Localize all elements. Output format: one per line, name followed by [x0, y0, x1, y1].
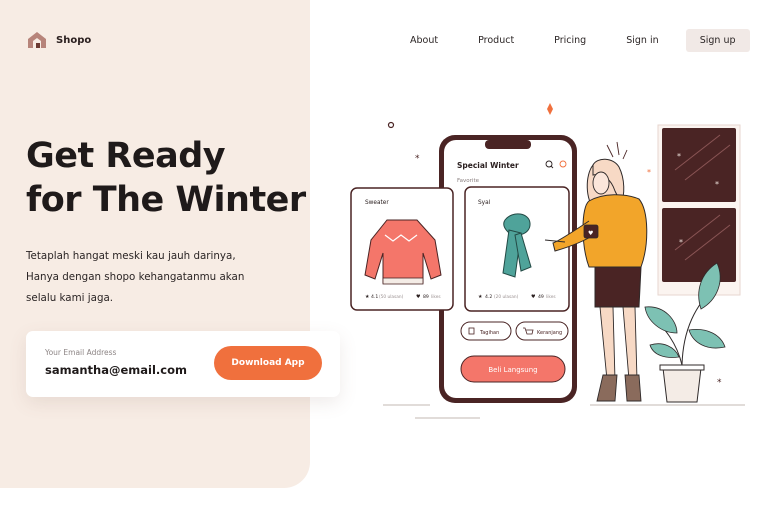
chip-tagihan-label: Tagihan	[479, 330, 499, 336]
buy-now-button[interactable]: Beli Langsung	[460, 355, 566, 383]
phone-subtitle: Favorite	[457, 178, 480, 184]
nav-sign-in[interactable]: Sign in	[626, 30, 658, 52]
sweater-likes-label: likes	[431, 294, 441, 300]
sweater-reviews: (50 ulasan)	[379, 294, 404, 300]
phone-title: Special Winter	[457, 161, 519, 170]
star-icon: ★	[365, 294, 370, 300]
heart-icon: ♥	[416, 294, 421, 300]
logo-icon	[28, 32, 46, 48]
deco-diamond	[547, 103, 553, 115]
top-navigation: About Product Pricing Sign in Sign up	[400, 29, 750, 52]
email-signup-card: Your Email Address samantha@email.com Do…	[26, 331, 340, 397]
chip-tagihan[interactable]: Tagihan	[460, 321, 512, 341]
nav-pricing[interactable]: Pricing	[554, 30, 586, 52]
nav-about[interactable]: About	[410, 30, 438, 52]
chip-keranjang[interactable]: Keranjang	[515, 321, 569, 341]
hero-subtitle-line-1: Tetaplah hangat meski kau jauh darinya,	[26, 250, 236, 262]
email-input[interactable]: samantha@email.com	[45, 363, 187, 377]
hero-title: Get Ready for The Winter	[26, 134, 316, 222]
sweater-label: Sweater	[365, 200, 389, 206]
syal-rating: 4.2	[485, 294, 492, 300]
hero-title-line-1: Get Ready	[26, 136, 226, 176]
brand-name: Shopo	[56, 34, 92, 46]
svg-text:*: *	[677, 152, 681, 161]
syal-reviews: (20 ulasan)	[494, 294, 519, 300]
sign-up-button[interactable]: Sign up	[685, 29, 750, 52]
svg-text:*: *	[715, 180, 719, 189]
hero-background	[0, 0, 310, 488]
hero-title-line-2: for The Winter	[26, 180, 306, 220]
deco-star-3: *	[647, 168, 651, 177]
svg-text:*: *	[679, 238, 683, 247]
buy-now-label: Beli Langsung	[488, 366, 537, 374]
syal-label: Syal	[478, 200, 491, 206]
window: * * *	[657, 124, 741, 296]
sweater-likes: 89	[423, 294, 429, 300]
product-card-sweater[interactable]: Sweater ★ 4.1 (50 ulasan) ♥ 89 likes	[350, 187, 454, 311]
deco-star: *	[415, 154, 420, 164]
hero-subtitle-line-2: Hanya dengan shopo kehangatanmu akan	[26, 271, 245, 283]
download-app-button[interactable]: Download App	[214, 346, 322, 380]
hero-subtitle-line-3: selalu kami jaga.	[26, 292, 114, 304]
product-card-syal[interactable]: Syal ★ 4.2 (20 ulasan) ♥ 49 likes	[464, 186, 570, 312]
heart-icon: ♥	[531, 294, 536, 300]
deco-circle	[387, 121, 395, 129]
winter-shopping-illustration: * * * * * * Special Winter Favorite Syal…	[350, 103, 745, 419]
svg-text:♥: ♥	[588, 230, 593, 237]
nav-product[interactable]: Product	[478, 30, 514, 52]
deco-star-2: *	[717, 378, 722, 388]
chip-keranjang-label: Keranjang	[537, 330, 562, 336]
brand-logo[interactable]: Shopo	[26, 30, 91, 50]
syal-likes-label: likes	[546, 294, 556, 300]
hero-subtitle: Tetaplah hangat meski kau jauh darinya, …	[26, 246, 276, 309]
sweater-rating: 4.1	[371, 294, 378, 300]
syal-likes: 49	[538, 294, 544, 300]
email-label: Your Email Address	[45, 348, 117, 357]
star-icon: ★	[478, 294, 483, 300]
